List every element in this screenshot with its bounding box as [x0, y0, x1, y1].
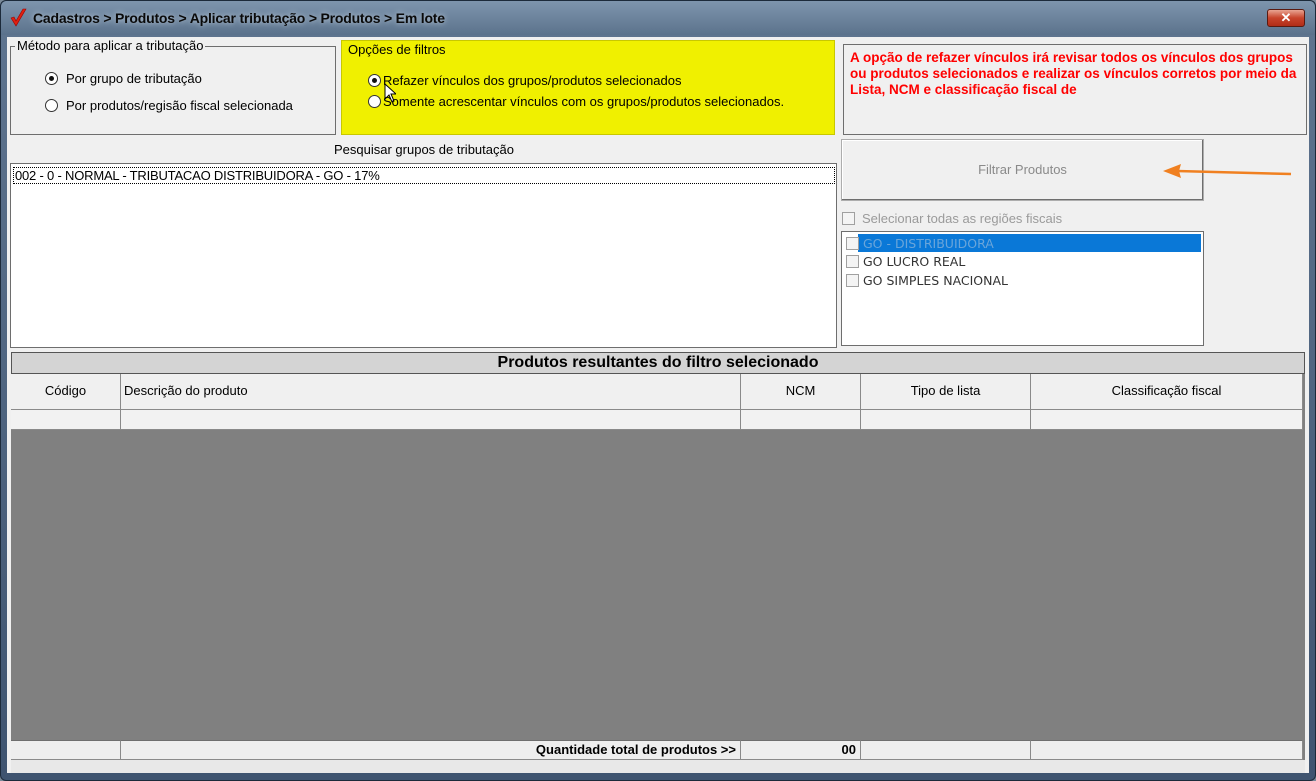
filtros-groupbox: Opções de filtros Refazer vínculos dos g… [341, 40, 835, 135]
column-header-codigo[interactable]: Código [11, 374, 121, 410]
results-title: Produtos resultantes do filtro seleciona… [11, 352, 1305, 374]
window-title: Cadastros > Produtos > Aplicar tributaçã… [33, 10, 445, 26]
title-bar[interactable]: Cadastros > Produtos > Aplicar tributaçã… [1, 1, 1315, 35]
search-groups-label: Pesquisar grupos de tributação [11, 139, 837, 161]
checkbox-icon[interactable] [842, 212, 855, 225]
grid-bottom-strip [11, 760, 1305, 773]
table-cell[interactable] [861, 410, 1031, 430]
column-header-tipo-lista[interactable]: Tipo de lista [861, 374, 1031, 410]
footer-cell [1031, 740, 1303, 760]
radio-unchecked-icon[interactable] [45, 99, 58, 112]
checkbox-icon[interactable] [846, 273, 859, 287]
filtros-legend: Opções de filtros [346, 42, 448, 57]
region-label: GO LUCRO REAL [863, 253, 966, 269]
radio-somente-label: Somente acrescentar vínculos com os grup… [383, 94, 785, 109]
results-grid[interactable]: Produtos resultantes do filtro seleciona… [11, 352, 1305, 773]
groups-listbox[interactable]: 002 - 0 - NORMAL - TRIBUTACAO DISTRIBUID… [10, 163, 837, 348]
column-header-classificacao[interactable]: Classificação fiscal [1031, 374, 1303, 410]
grid-header-row: Código Descrição do produto NCM Tipo de … [11, 374, 1303, 410]
radio-unchecked-icon[interactable] [368, 95, 381, 108]
table-row[interactable] [11, 410, 1303, 430]
radio-somente-acrescentar[interactable]: Somente acrescentar vínculos com os grup… [368, 94, 784, 109]
app-window: Cadastros > Produtos > Aplicar tributaçã… [0, 0, 1316, 781]
table-cell[interactable] [1031, 410, 1303, 430]
grid-footer-row: Quantidade total de produtos >> 00 [11, 740, 1303, 760]
list-item[interactable]: GO SIMPLES NACIONAL [844, 271, 1201, 289]
checkbox-icon[interactable] [846, 254, 859, 268]
table-cell[interactable] [121, 410, 741, 430]
arrow-left-icon [1163, 164, 1292, 178]
radio-checked-icon[interactable] [45, 72, 58, 85]
total-products-label: Quantidade total de produtos >> [121, 740, 741, 760]
column-header-descricao[interactable]: Descrição do produto [121, 374, 741, 410]
radio-refazer-label: Refazer vínculos dos grupos/produtos sel… [383, 73, 682, 88]
radio-checked-icon[interactable] [368, 74, 381, 87]
radio-por-produtos[interactable]: Por produtos/regisão fiscal selecionada [45, 98, 293, 113]
info-message: A opção de refazer vínculos irá revisar … [843, 44, 1307, 135]
select-all-regions-label: Selecionar todas as regiões fiscais [862, 211, 1063, 226]
radio-por-grupo[interactable]: Por grupo de tributação [45, 71, 202, 86]
list-item[interactable]: GO LUCRO REAL [844, 252, 1201, 270]
radio-por-produtos-label: Por produtos/regisão fiscal selecionada [66, 98, 293, 113]
filtrar-produtos-button[interactable]: Filtrar Produtos [841, 139, 1204, 201]
region-label: GO - DISTRIBUIDORA [863, 235, 994, 251]
metodo-groupbox: Método para aplicar a tributação Por gru… [10, 38, 336, 135]
form-client-area: Método para aplicar a tributação Por gru… [7, 37, 1309, 773]
footer-cell [11, 740, 121, 760]
radio-refazer[interactable]: Refazer vínculos dos grupos/produtos sel… [368, 73, 681, 88]
table-cell[interactable] [741, 410, 861, 430]
regions-listbox[interactable]: GO - DISTRIBUIDORA GO LUCRO REAL GO SIMP… [841, 231, 1204, 346]
select-all-regions-checkbox[interactable]: Selecionar todas as regiões fiscais [842, 211, 1062, 226]
table-cell[interactable] [11, 410, 121, 430]
list-item[interactable]: GO - DISTRIBUIDORA [844, 234, 1201, 252]
column-header-ncm[interactable]: NCM [741, 374, 861, 410]
checkbox-icon[interactable] [846, 236, 859, 250]
close-button[interactable]: ✕ [1267, 9, 1305, 27]
footer-cell [861, 740, 1031, 760]
list-item[interactable]: 002 - 0 - NORMAL - TRIBUTACAO DISTRIBUID… [13, 167, 835, 184]
region-label: GO SIMPLES NACIONAL [863, 272, 1009, 288]
metodo-legend: Método para aplicar a tributação [15, 38, 206, 53]
radio-por-grupo-label: Por grupo de tributação [66, 71, 202, 86]
total-products-value: 00 [741, 740, 861, 760]
checkmark-logo-icon [10, 8, 27, 27]
